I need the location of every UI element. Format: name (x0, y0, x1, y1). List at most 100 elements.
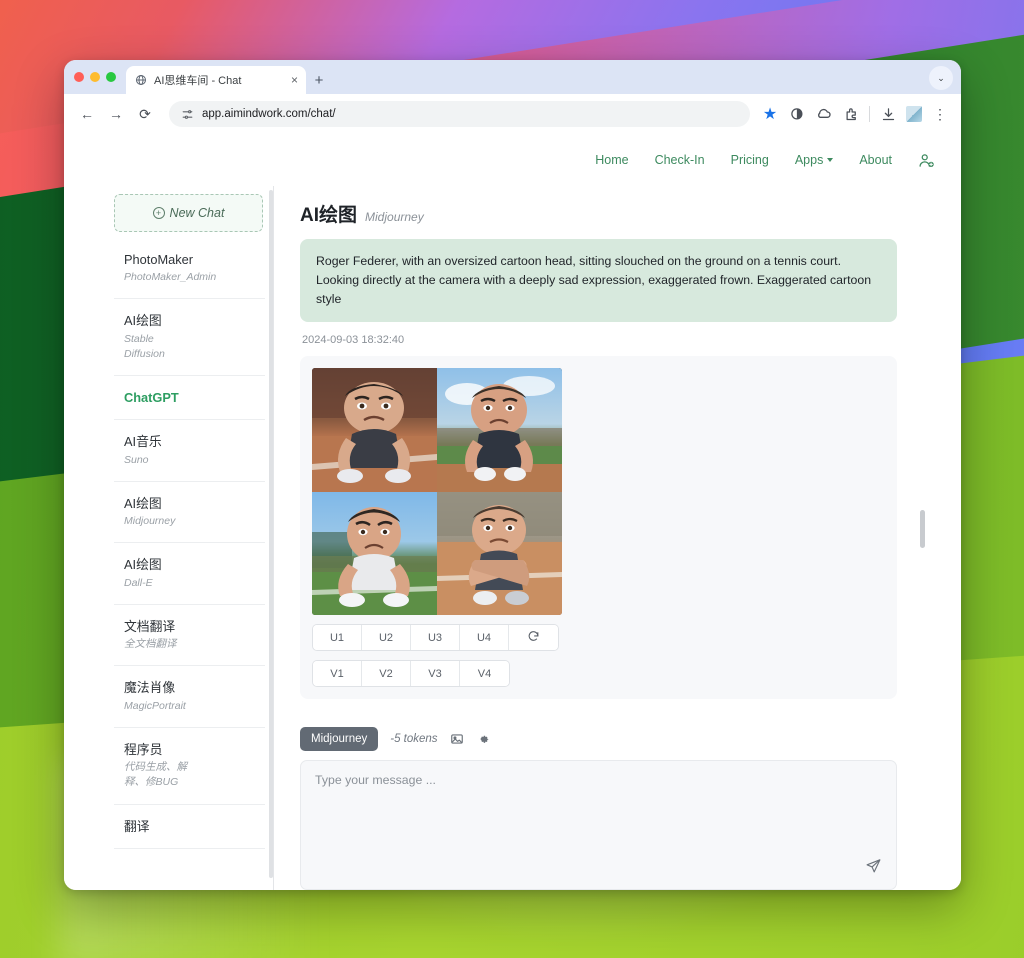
page-body: + New Chat PhotoMaker PhotoMaker_Admin A… (64, 186, 961, 890)
upscale-button-u2[interactable]: U2 (362, 625, 411, 651)
chevron-down-icon (827, 158, 834, 162)
message-input[interactable]: Type your message ... (300, 760, 897, 890)
sidebar-item-title: AI绘图 (124, 313, 162, 329)
sidebar-item-subtitle: 代码生成、解释、修BUG (124, 761, 187, 789)
sidebar-item-title: 翻译 (124, 818, 150, 834)
back-button[interactable]: ← (74, 101, 100, 127)
variation-button-row: V1 V2 V3 V4 (312, 660, 885, 688)
sidebar-item-doc-translate[interactable]: 文档翻译 全文档翻译 (114, 605, 265, 667)
close-window-button[interactable] (74, 72, 84, 82)
model-selector-chip[interactable]: Midjourney (300, 727, 379, 751)
sidebar-item-title: AI音乐 (124, 434, 162, 450)
generated-image-2[interactable] (437, 368, 562, 492)
extensions-icon[interactable] (842, 105, 860, 123)
window-controls (74, 60, 126, 94)
nav-item-about-label: About (859, 153, 892, 167)
sidebar-item-title: ChatGPT (124, 390, 179, 406)
forward-button[interactable]: → (103, 101, 129, 127)
sidebar-item-stable-diffusion[interactable]: AI绘图 Stable Diffusion (114, 299, 265, 377)
message-composer: Midjourney -5 tokens Type your message .… (300, 719, 935, 890)
bookmark-star-icon[interactable]: ★ (761, 105, 779, 123)
browser-tab[interactable]: AI思维车间 - Chat × (126, 66, 306, 94)
variation-button-v1[interactable]: V1 (313, 661, 362, 687)
sidebar-item-title: AI绘图 (124, 557, 162, 573)
send-icon[interactable] (865, 857, 882, 879)
new-chat-label: New Chat (169, 206, 225, 220)
minimize-window-button[interactable] (90, 72, 100, 82)
sidebar-item-programmer[interactable]: 程序员 代码生成、解释、修BUG (114, 728, 265, 805)
sidebar-item-midjourney[interactable]: AI绘图 Midjourney (114, 482, 265, 544)
sidebar-item-subtitle: 全文档翻译 (124, 638, 177, 651)
sidebar-item-subtitle: Midjourney (124, 515, 176, 528)
browser-tab-title: AI思维车间 - Chat (154, 75, 242, 87)
nav-item-pricing-label: Pricing (730, 153, 769, 167)
nav-item-apps[interactable]: Apps (795, 153, 834, 167)
response-card: U1 U2 U3 U4 V1 V2 V3 V4 (300, 356, 897, 700)
conversation-area: Roger Federer, with an oversized cartoon… (300, 227, 935, 719)
message-timestamp: 2024-09-03 18:32:40 (302, 334, 405, 347)
generated-image-1[interactable] (312, 368, 437, 492)
nav-item-check-in[interactable]: Check-In (655, 153, 705, 167)
sidebar-item-subtitle: MagicPortrait (124, 699, 186, 712)
browser-menu-icon[interactable]: ⋮ (931, 105, 949, 123)
sidebar-item-subtitle: Dall-E (124, 576, 153, 589)
sidebar-item-dalle[interactable]: AI绘图 Dall-E (114, 543, 265, 605)
prompt-bubble: Roger Federer, with an oversized cartoon… (300, 239, 897, 323)
variation-button-v4[interactable]: V4 (460, 661, 509, 687)
chat-sidebar: + New Chat PhotoMaker PhotoMaker_Admin A… (114, 186, 274, 890)
page-title-text: AI绘图 (300, 205, 358, 226)
tune-icon[interactable] (181, 108, 194, 121)
address-bar[interactable]: app.aimindwork.com/chat/ (169, 101, 750, 127)
profile-avatar[interactable] (906, 106, 922, 122)
nav-item-home-label: Home (595, 153, 629, 167)
upscale-button-row: U1 U2 U3 U4 (312, 624, 885, 652)
sidebar-item-translate[interactable]: 翻译 (114, 805, 265, 849)
reload-button[interactable]: ⟳ (132, 101, 158, 127)
generated-image-grid[interactable] (312, 368, 562, 616)
sidebar-item-subtitle: Stable Diffusion (124, 332, 165, 360)
nav-item-home[interactable]: Home (595, 153, 628, 167)
sidebar-item-title: 文档翻译 (124, 618, 176, 634)
toolbar-icon-group: ★ ⋮ (761, 105, 951, 124)
browser-toolbar: ← → ⟳ app.aimindwork.com/chat/ ★ ⋮ (64, 94, 961, 134)
sidebar-item-suno[interactable]: AI音乐 Suno (114, 420, 265, 482)
nav-item-pricing[interactable]: Pricing (731, 153, 769, 167)
site-navigation: Home Check-In Pricing Apps About (64, 134, 961, 186)
variation-button-v3[interactable]: V3 (411, 661, 460, 687)
sidebar-item-photomaker[interactable]: PhotoMaker PhotoMaker_Admin (114, 238, 265, 300)
upscale-button-u3[interactable]: U3 (411, 625, 460, 651)
conversation-scrollbar[interactable] (920, 510, 925, 548)
reroll-button[interactable] (509, 625, 558, 651)
cloud-icon[interactable] (815, 105, 833, 123)
sidebar-scrollbar[interactable] (269, 190, 273, 878)
toolbar-divider (869, 106, 870, 122)
sidebar-item-chatgpt[interactable]: ChatGPT (114, 376, 265, 421)
sidebar-item-subtitle: Suno (124, 453, 149, 466)
account-add-icon[interactable] (918, 152, 935, 169)
close-tab-icon[interactable]: × (291, 74, 298, 86)
sidebar-item-title: PhotoMaker (124, 252, 193, 267)
generated-image-4[interactable] (437, 491, 562, 616)
image-icon[interactable] (450, 732, 464, 746)
downloads-icon[interactable] (879, 105, 897, 123)
new-tab-button[interactable]: + (306, 66, 332, 94)
nav-item-about[interactable]: About (859, 153, 892, 167)
extension-privacy-icon[interactable] (788, 105, 806, 123)
upscale-button-u1[interactable]: U1 (313, 625, 362, 651)
sidebar-item-magicportrait[interactable]: 魔法肖像 MagicPortrait (114, 666, 265, 728)
generated-image-3[interactable] (312, 491, 437, 616)
chevron-down-icon[interactable]: ⌄ (929, 66, 953, 90)
variation-button-group: V1 V2 V3 V4 (312, 660, 510, 688)
gear-icon[interactable] (476, 732, 490, 746)
variation-button-v2[interactable]: V2 (362, 661, 411, 687)
chat-main: AI绘图 Midjourney Roger Federer, with an o… (274, 186, 935, 890)
page-title: AI绘图 Midjourney (300, 186, 935, 227)
sidebar-item-subtitle: PhotoMaker_Admin (124, 271, 217, 284)
message-input-placeholder: Type your message ... (315, 773, 436, 787)
desktop-wallpaper: AI思维车间 - Chat × + ⌄ ← → ⟳ app.aimindwork… (0, 0, 1024, 958)
refresh-icon (527, 630, 540, 646)
new-chat-button[interactable]: + New Chat (114, 194, 263, 232)
maximize-window-button[interactable] (106, 72, 116, 82)
upscale-button-u4[interactable]: U4 (460, 625, 509, 651)
globe-icon (134, 74, 147, 87)
